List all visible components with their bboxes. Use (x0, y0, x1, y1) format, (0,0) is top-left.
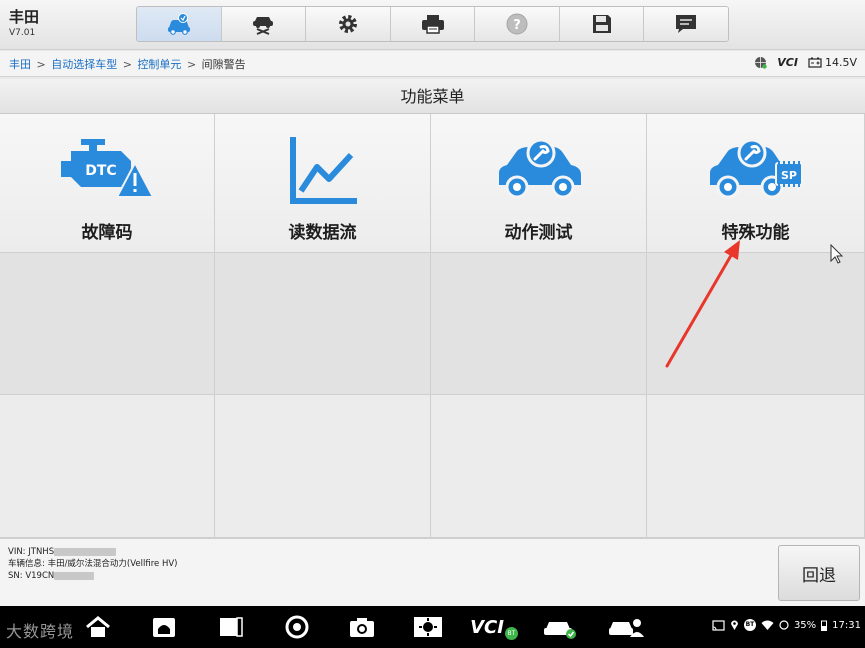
clock-time: 17:31 (832, 619, 861, 631)
nav-brightness-button[interactable] (410, 614, 446, 640)
nav-recents-button[interactable] (216, 614, 246, 640)
function-tile-dtc[interactable]: DTC 故障码 (0, 114, 215, 253)
nav-car-check-button[interactable] (540, 614, 580, 640)
line-chart-icon (289, 137, 357, 204)
vehicle-description: 车辆信息: 丰田/威尔法混合动力(Vellfire HV) (8, 559, 178, 569)
car-wrench-icon (498, 138, 581, 199)
voltage-value: 14.5V (824, 56, 857, 69)
sn-label: SN: V19CN (8, 571, 55, 581)
function-tile-special-functions[interactable]: SP 特殊功能 (647, 114, 865, 253)
function-label: 读数据流 (288, 223, 357, 243)
vin-label: VIN: JTNHS (8, 547, 55, 557)
function-label: 特殊功能 (721, 223, 790, 243)
battery-percentage: 35% (793, 619, 817, 631)
car-check-icon (544, 622, 576, 639)
empty-grid-cell (215, 253, 431, 395)
car-wrench-sp-icon: SP (709, 138, 803, 199)
brand-name: 丰田 (9, 8, 40, 26)
network-globe-icon (755, 57, 767, 69)
nav-camera-button[interactable] (346, 614, 378, 640)
redacted-sn (54, 571, 95, 580)
car-diagnose-button[interactable] (137, 7, 222, 41)
breadcrumb-separator: > (122, 58, 132, 71)
top-toolbar: 丰田 V7.01 ? (0, 0, 865, 50)
brand-block: 丰田 V7.01 (9, 8, 39, 38)
battery-level-icon (821, 620, 828, 631)
empty-grid-cell (215, 395, 431, 538)
print-button[interactable] (390, 7, 476, 41)
cast-icon (712, 619, 725, 631)
function-grid: DTC 故障码 读数据流 动作测试 SP 特殊功能 (0, 114, 865, 538)
breadcrumb-link-brand[interactable]: 丰田 (9, 58, 31, 71)
vci-logo-text: VCI (470, 616, 504, 638)
car-user-icon (609, 619, 644, 637)
empty-grid-cell (0, 395, 215, 538)
chat-icon (676, 15, 697, 33)
save-button[interactable] (559, 7, 645, 41)
vehicle-info: VIN: JTNHS 车辆信息: 丰田/威尔法混合动力(Vellfire HV)… (8, 546, 177, 582)
bt-badge: BT (504, 626, 518, 640)
empty-grid-cell (431, 395, 647, 538)
screen-brightness-icon (414, 617, 442, 637)
android-icon (153, 618, 175, 637)
redacted-vin (54, 547, 117, 556)
app-window: 丰田 V7.01 ? 丰田 > 自动选择车型 > 控制单元 > 间隙警告 VCI… (0, 0, 865, 648)
vehicle-info-footer: VIN: JTNHS 车辆信息: 丰田/威尔法混合动力(Vellfire HV)… (0, 538, 865, 606)
nav-car-user-button[interactable] (606, 614, 646, 640)
car-battery-icon (808, 57, 822, 68)
recent-apps-icon (220, 617, 243, 637)
breadcrumb-separator: > (186, 58, 197, 71)
status-area: VCI 14.5V (754, 56, 857, 69)
camera-icon (350, 618, 374, 637)
toolbar-button-group: ? (136, 6, 729, 42)
function-label: 动作测试 (504, 223, 573, 243)
dtc-engine-warning-icon: DTC (61, 139, 155, 198)
breadcrumb-bar: 丰田 > 自动选择车型 > 控制单元 > 间隙警告 VCI 14.5V (0, 51, 865, 77)
function-tile-live-data[interactable]: 读数据流 (215, 114, 431, 253)
system-status-tray: BT 35% 17:31 (712, 619, 861, 631)
breadcrumb-current: 间隙警告 (201, 58, 246, 71)
nav-browser-button[interactable] (282, 614, 312, 640)
car-diagnose-icon (167, 13, 190, 35)
car-lift-icon (253, 17, 274, 35)
help-icon: ? (506, 13, 528, 35)
nav-home-button[interactable] (80, 614, 116, 640)
breadcrumb-separator: > (36, 58, 46, 71)
function-tile-active-test[interactable]: 动作测试 (431, 114, 647, 253)
gear-icon (338, 15, 357, 33)
feedback-button[interactable] (644, 7, 728, 41)
empty-grid-cell (647, 253, 865, 395)
location-icon (730, 620, 738, 630)
nav-android-button[interactable] (148, 614, 180, 640)
back-button[interactable]: 回退 (778, 545, 860, 601)
battery-voltage: 14.5V (808, 56, 857, 69)
car-lift-button[interactable] (221, 7, 307, 41)
app-version: V7.01 (9, 28, 36, 38)
save-icon (592, 15, 611, 33)
nav-vci-button[interactable]: VCI BT (470, 614, 518, 640)
system-nav-bar: 大数跨境 VCI BT BT 35% 17:31 (0, 606, 865, 648)
menu-title: 功能菜单 (0, 79, 865, 114)
empty-grid-cell (0, 253, 215, 395)
bt-status-icon: BT (743, 619, 756, 631)
battery-icon (779, 620, 789, 630)
help-button[interactable]: ? (475, 7, 560, 41)
svg-text:DTC: DTC (85, 163, 116, 179)
chrome-icon (285, 615, 309, 639)
empty-grid-cell (431, 253, 647, 395)
svg-text:?: ? (513, 18, 521, 33)
watermark-text: 大数跨境 (6, 622, 75, 641)
empty-grid-cell (647, 395, 865, 538)
wifi-icon (761, 620, 774, 630)
breadcrumb-link-control-unit[interactable]: 控制单元 (137, 58, 181, 71)
breadcrumb-link-auto-select[interactable]: 自动选择车型 (51, 58, 117, 71)
function-label: 故障码 (81, 223, 133, 243)
svg-text:SP: SP (781, 169, 797, 182)
vci-status-label: VCI (777, 56, 798, 69)
settings-button[interactable] (306, 7, 391, 41)
printer-icon (421, 15, 444, 34)
breadcrumb: 丰田 > 自动选择车型 > 控制单元 > 间隙警告 (9, 56, 246, 72)
home-icon (86, 616, 110, 637)
